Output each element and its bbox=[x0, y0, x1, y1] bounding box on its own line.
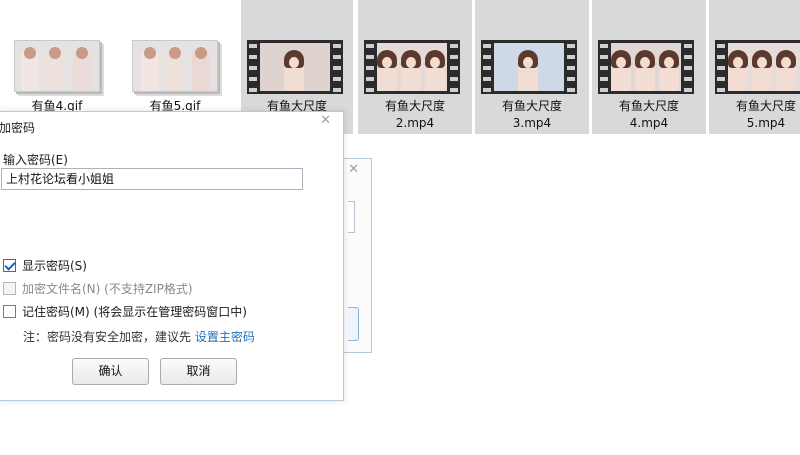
confirm-button[interactable]: 确认 bbox=[72, 358, 149, 385]
file-name: 有鱼大尺度 4.mp4 bbox=[618, 99, 679, 130]
show-password-checkbox[interactable] bbox=[3, 258, 16, 272]
password-input[interactable] bbox=[1, 168, 303, 190]
file-tile-video-5[interactable]: 有鱼大尺度 5.mp4 bbox=[709, 0, 800, 134]
close-icon[interactable]: ✕ bbox=[320, 113, 331, 128]
encrypt-filenames-checkbox bbox=[3, 281, 16, 295]
gif-thumbnail bbox=[132, 40, 218, 92]
file-name: 有鱼大尺度 2.mp4 bbox=[384, 99, 445, 130]
show-password-label: 显示密码(S) bbox=[22, 258, 87, 273]
video-thumbnail bbox=[715, 40, 800, 94]
video-thumbnail bbox=[481, 40, 577, 94]
file-name: 有鱼大尺度 5.mp4 bbox=[735, 99, 796, 130]
background-dialog-button bbox=[348, 307, 359, 341]
encrypt-filenames-label: 加密文件名(N) (不支持ZIP格式) bbox=[22, 281, 193, 296]
file-name: 有鱼大尺度 3.mp4 bbox=[501, 99, 562, 130]
close-icon[interactable]: ✕ bbox=[348, 162, 359, 177]
dialog-title: 加密码 bbox=[0, 121, 36, 135]
encrypt-filenames-option: 加密文件名(N) (不支持ZIP格式) bbox=[3, 279, 193, 297]
set-master-password-link[interactable]: 设置主密码 bbox=[195, 330, 255, 344]
remember-password-option[interactable]: 记住密码(M) (将会显示在管理密码窗口中) bbox=[3, 302, 247, 320]
password-label: 输入密码(E) bbox=[3, 153, 68, 167]
security-note: 注：密码没有安全加密，建议先 设置主密码 bbox=[23, 328, 255, 345]
show-password-option[interactable]: 显示密码(S) bbox=[3, 256, 87, 274]
add-password-dialog: 加密码 ✕ 输入密码(E) 显示密码(S) 加密文件名(N) (不支持ZIP格式… bbox=[0, 111, 344, 401]
file-tile-video-2[interactable]: 有鱼大尺度 2.mp4 bbox=[358, 0, 472, 134]
video-thumbnail bbox=[247, 40, 343, 94]
video-thumbnail bbox=[598, 40, 694, 94]
remember-password-checkbox[interactable] bbox=[3, 304, 16, 318]
background-dialog-field bbox=[348, 201, 355, 233]
video-thumbnail bbox=[364, 40, 460, 94]
cancel-button[interactable]: 取消 bbox=[160, 358, 237, 385]
gif-thumbnail bbox=[14, 40, 100, 92]
remember-password-label: 记住密码(M) (将会显示在管理密码窗口中) bbox=[22, 304, 247, 319]
security-note-text: 注：密码没有安全加密，建议先 bbox=[23, 330, 192, 344]
file-tile-video-3[interactable]: 有鱼大尺度 3.mp4 bbox=[475, 0, 589, 134]
dialog-titlebar[interactable]: 加密码 ✕ bbox=[0, 112, 343, 140]
file-tile-video-4[interactable]: 有鱼大尺度 4.mp4 bbox=[592, 0, 706, 134]
